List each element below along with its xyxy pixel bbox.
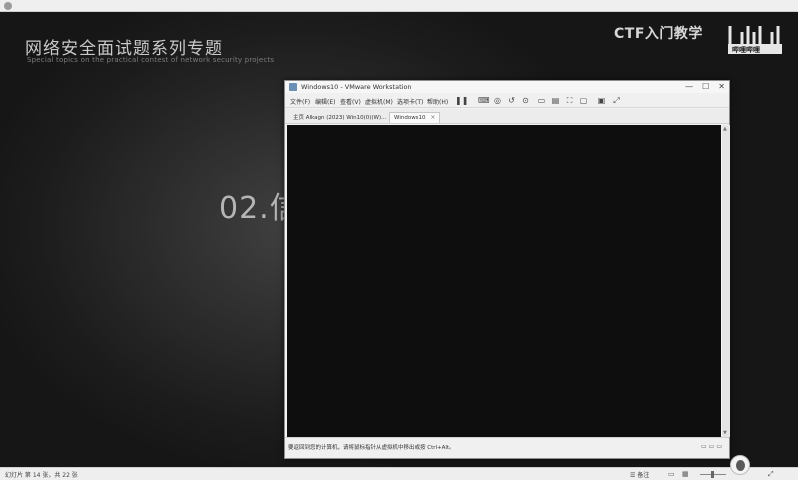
vm-window-title: Windows10 - VMware Workstation bbox=[301, 83, 412, 91]
app-status-bar: 幻灯片 第 14 张，共 22 张 ☰ 备注 ▭ ▦ ⤢ bbox=[0, 467, 798, 480]
vm-title-bar[interactable]: Windows10 - VMware Workstation — ☐ ✕ bbox=[285, 81, 729, 93]
menu-view[interactable]: 查看(V) bbox=[340, 97, 361, 106]
avatar bbox=[730, 455, 750, 475]
bilibili-logo: 哔哩哔哩 bbox=[728, 26, 782, 54]
fit-to-window-icon[interactable]: ⤢ bbox=[768, 470, 774, 479]
svg-text:哔哩哔哩: 哔哩哔哩 bbox=[732, 45, 760, 54]
window-controls: — ☐ ✕ bbox=[685, 82, 725, 92]
menu-help[interactable]: 帮助(H) bbox=[427, 97, 448, 106]
console-icon[interactable]: ▣ bbox=[597, 96, 606, 105]
brand-text: CTF入门教学 bbox=[614, 26, 703, 42]
zoom-slider-handle[interactable] bbox=[711, 471, 714, 478]
notes-icon: ☰ bbox=[630, 472, 636, 479]
vm-device-icons[interactable]: ▭▭▭ bbox=[701, 443, 724, 450]
app-top-bar bbox=[0, 0, 798, 12]
vm-menu-bar: 文件(F) 编辑(E) 查看(V) 虚拟机(M) 选项卡(T) 帮助(H) ❚❚… bbox=[285, 93, 729, 108]
notes-button[interactable]: ☰ 备注 bbox=[630, 470, 649, 479]
maximize-icon[interactable]: ☐ bbox=[702, 82, 709, 92]
revert-snapshot-icon[interactable]: ↺ bbox=[507, 96, 516, 105]
vm-tab-bar: 主页 Alkagn (2023) Win10(0)(W)... Windows1… bbox=[285, 109, 729, 148]
menu-tabs[interactable]: 选项卡(T) bbox=[397, 97, 423, 106]
vm-status-text: 要返回到您的计算机，请将鼠标指针从虚拟机中移出或按 Ctrl+Alt。 bbox=[288, 445, 455, 451]
snapshot-manager-icon[interactable]: ⊙ bbox=[521, 96, 530, 105]
sidebar-icon[interactable]: ▭ bbox=[537, 96, 546, 105]
screen: 网络安全面试题系列专题 Special topics on the practi… bbox=[0, 0, 798, 480]
tab-windows10[interactable]: Windows10 × bbox=[389, 112, 441, 123]
slide-sorter-icon[interactable]: ▦ bbox=[682, 470, 689, 479]
send-keys-icon[interactable]: ⌨ bbox=[478, 96, 490, 105]
app-icon bbox=[4, 2, 12, 10]
normal-view-icon[interactable]: ▭ bbox=[668, 470, 675, 479]
scroll-up-icon[interactable]: ▲ bbox=[723, 126, 727, 132]
stretch-icon[interactable]: ⤢ bbox=[612, 96, 621, 105]
thumbnail-icon[interactable]: ▤ bbox=[551, 96, 560, 105]
tab-home[interactable]: 主页 Alkagn (2023) Win10(0)(W)... bbox=[289, 112, 390, 123]
vmware-icon bbox=[289, 83, 297, 91]
scroll-down-icon[interactable]: ▼ bbox=[723, 430, 727, 436]
tab-home-label: 主页 Alkagn (2023) Win10(0)(W)... bbox=[293, 115, 387, 121]
snapshot-icon[interactable]: ◎ bbox=[493, 96, 502, 105]
close-icon[interactable]: ✕ bbox=[718, 82, 725, 92]
menu-edit[interactable]: 编辑(E) bbox=[315, 97, 335, 106]
slide-subtitle: Special topics on the practical contest … bbox=[27, 56, 275, 64]
tab-close-icon[interactable]: × bbox=[430, 114, 435, 121]
vm-status-bar: 要返回到您的计算机，请将鼠标指针从虚拟机中移出或按 Ctrl+Alt。 ▭▭▭ bbox=[285, 437, 729, 458]
pause-icon[interactable]: ❚❚ bbox=[455, 96, 468, 105]
vmware-window: Windows10 - VMware Workstation — ☐ ✕ 文件(… bbox=[284, 80, 730, 459]
slide-counter: 幻灯片 第 14 张，共 22 张 bbox=[5, 472, 78, 479]
minimize-icon[interactable]: — bbox=[685, 82, 693, 92]
notes-label: 备注 bbox=[637, 472, 650, 479]
tab-windows10-label: Windows10 bbox=[394, 115, 426, 121]
menu-vm[interactable]: 虚拟机(M) bbox=[365, 97, 393, 106]
vm-scrollbar[interactable]: ▲ ▼ bbox=[722, 125, 730, 437]
fullscreen-icon[interactable]: ⛶ bbox=[565, 96, 574, 105]
menu-file[interactable]: 文件(F) bbox=[290, 97, 310, 106]
unity-icon[interactable]: ▢ bbox=[579, 96, 588, 105]
vm-guest-screen[interactable] bbox=[287, 125, 721, 437]
